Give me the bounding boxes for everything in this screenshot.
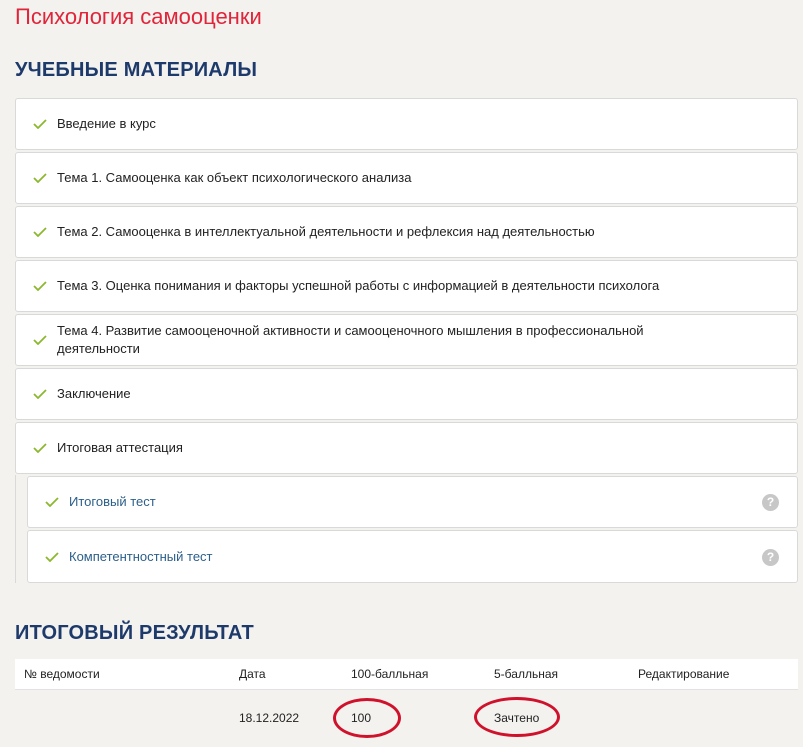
material-item-topic-2[interactable]: Тема 2. Самооценка в интеллектуальной де…: [15, 206, 798, 258]
material-item-topic-3[interactable]: Тема 3. Оценка понимания и факторы успеш…: [15, 260, 798, 312]
check-icon: [45, 551, 59, 562]
material-item-topic-4[interactable]: Тема 4. Развитие самооценочной активност…: [15, 314, 798, 366]
material-item-label: Заключение: [57, 386, 131, 401]
annotation-circle: [333, 698, 401, 739]
column-header-score100: 100-балльная: [351, 659, 494, 690]
sub-item-competency-test[interactable]: Компетентностный тест ?: [27, 530, 798, 583]
check-icon: [33, 227, 47, 237]
help-icon[interactable]: ?: [762, 494, 779, 511]
material-item-topic-1[interactable]: Тема 1. Самооценка как объект психологич…: [15, 152, 798, 204]
column-header-number: № ведомости: [15, 659, 239, 690]
table-header-row: № ведомости Дата 100-балльная 5-балльная…: [15, 659, 798, 690]
page-title: Психология самооценки: [15, 4, 262, 29]
material-item-label: Введение в курс: [57, 116, 156, 131]
annotation-circle: [474, 697, 560, 738]
material-item-intro[interactable]: Введение в курс: [15, 98, 798, 150]
cell-edit: [638, 689, 798, 747]
check-icon: [33, 443, 47, 453]
sub-item-label: Итоговый тест: [69, 494, 156, 509]
results-heading: ИТОГОВЫЙ РЕЗУЛЬТАТ: [15, 622, 254, 644]
check-icon: [45, 497, 59, 507]
check-icon: [33, 389, 47, 399]
check-icon: [33, 281, 47, 291]
material-item-label: Тема 1. Самооценка как объект психологич…: [57, 170, 412, 185]
table-row: 18.12.2022 100 Зачтено: [15, 689, 798, 747]
sub-item-final-test[interactable]: Итоговый тест ?: [27, 476, 798, 528]
check-icon: [33, 119, 47, 129]
check-icon: [33, 335, 47, 345]
materials-heading: УЧЕБНЫЕ МАТЕРИАЛЫ: [15, 59, 258, 81]
column-header-date: Дата: [239, 659, 351, 690]
material-item-label: Тема 4. Развитие самооценочной активност…: [57, 323, 644, 356]
cell-number: [15, 689, 239, 747]
sub-items-gutter: [15, 475, 16, 583]
material-item-final-attestation[interactable]: Итоговая аттестация: [15, 422, 798, 474]
material-item-label: Тема 2. Самооценка в интеллектуальной де…: [57, 224, 595, 239]
column-header-edit: Редактирование: [638, 659, 798, 690]
material-item-label: Итоговая аттестация: [57, 440, 183, 455]
help-icon[interactable]: ?: [762, 548, 779, 566]
sub-item-label: Компетентностный тест: [69, 548, 213, 564]
results-table: № ведомости Дата 100-балльная 5-балльная…: [15, 659, 798, 747]
material-item-label: Тема 3. Оценка понимания и факторы успеш…: [57, 278, 660, 293]
column-header-score5: 5-балльная: [494, 659, 638, 690]
material-item-conclusion[interactable]: Заключение: [15, 368, 798, 420]
check-icon: [33, 173, 47, 183]
